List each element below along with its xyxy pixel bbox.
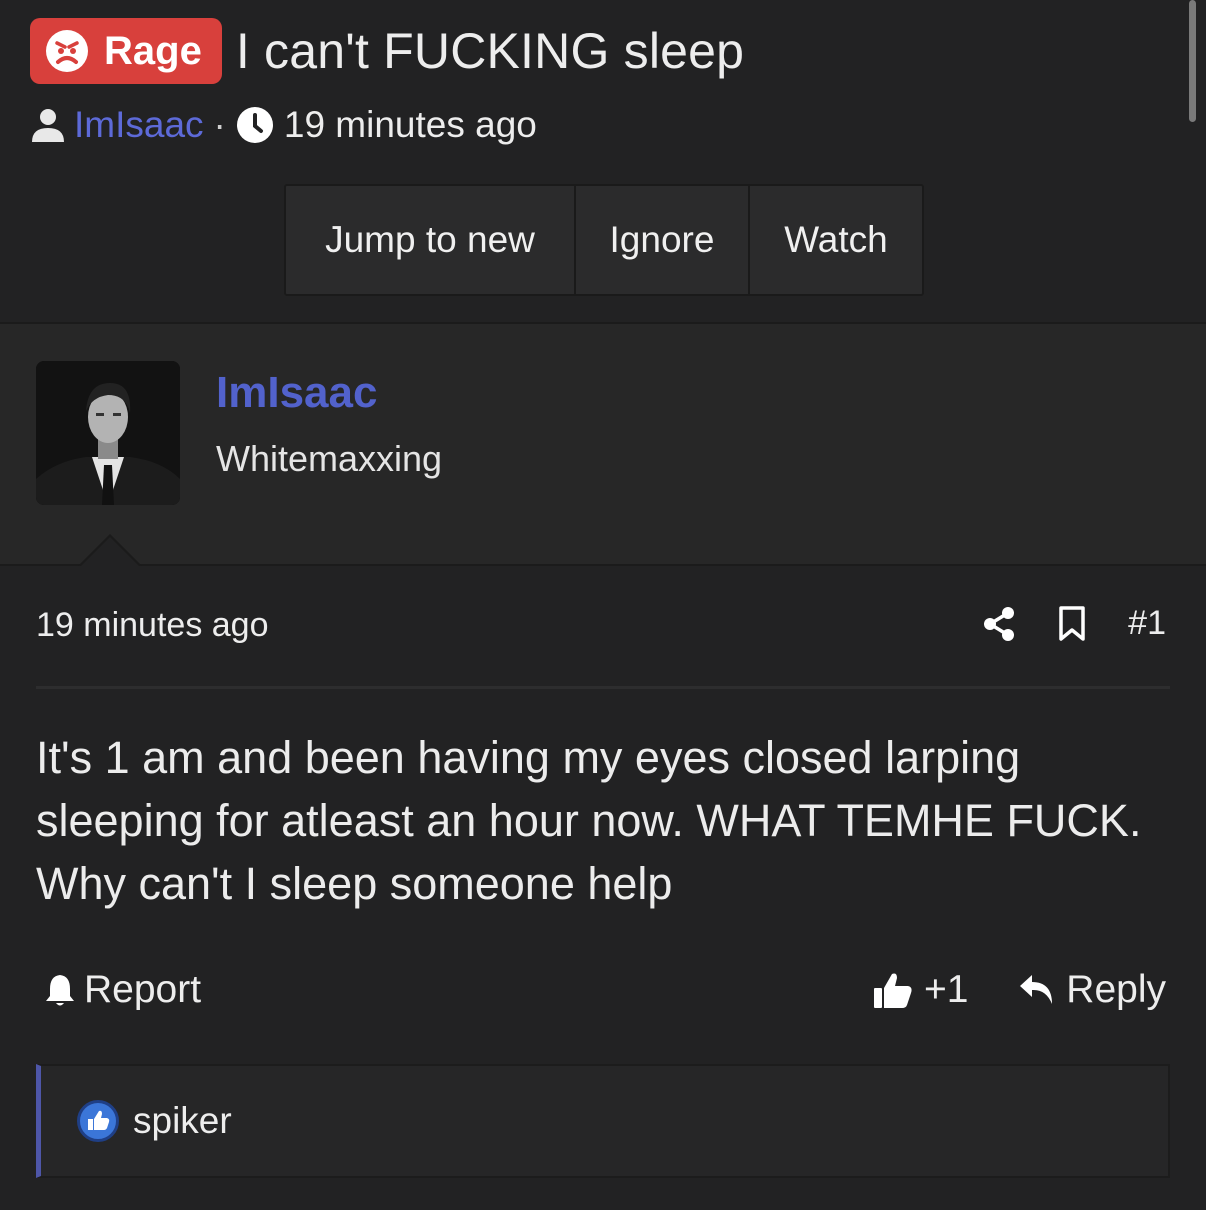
reactor-name[interactable]: spiker — [133, 1100, 232, 1142]
jump-to-new-button[interactable]: Jump to new — [286, 186, 576, 294]
post-body: It's 1 am and been having my eyes closed… — [36, 732, 1142, 909]
user-title: Whitemaxxing — [216, 438, 443, 479]
reaction-count: +1 — [924, 968, 969, 1011]
prefix-label: Rage — [104, 28, 202, 73]
post-date[interactable]: 19 minutes ago — [36, 606, 269, 645]
like-button[interactable]: +1 — [872, 968, 968, 1012]
reply-label: Reply — [1066, 968, 1166, 1011]
report-label: Report — [84, 968, 202, 1011]
user-icon — [32, 109, 64, 142]
bell-icon — [46, 975, 74, 1006]
thumbs-up-icon — [874, 973, 912, 1008]
like-icon — [77, 1100, 119, 1142]
bookmark-icon[interactable] — [1058, 605, 1086, 642]
reactions-bar[interactable]: spiker — [36, 1064, 1170, 1178]
thread-title-row: Rage I can't FUCKING sleep — [30, 18, 744, 84]
meta-separator: · — [213, 104, 226, 145]
rage-prefix-badge[interactable]: Rage — [30, 18, 222, 84]
reply-icon — [1020, 975, 1053, 1004]
divider — [0, 564, 1206, 566]
report-button[interactable]: Report — [44, 968, 201, 1012]
clock-icon — [236, 107, 273, 143]
thread-time: 19 minutes ago — [283, 104, 537, 145]
ignore-button[interactable]: Ignore — [576, 186, 750, 294]
divider — [36, 686, 1170, 689]
speech-arrow — [78, 534, 142, 567]
reply-button[interactable]: Reply — [1018, 968, 1166, 1012]
thread-title: I can't FUCKING sleep — [235, 23, 745, 79]
scrollbar[interactable] — [1189, 0, 1196, 122]
watch-button[interactable]: Watch — [750, 186, 922, 294]
post-author-name[interactable]: ImIsaac — [216, 368, 377, 418]
post-number-link[interactable]: #1 — [1128, 604, 1166, 643]
thread-actions: Jump to new Ignore Watch — [284, 184, 924, 296]
thread-meta: ImIsaac · 19 minutes ago — [30, 104, 537, 146]
post-user-block: ImIsaac Whitemaxxing — [0, 324, 1206, 564]
share-icon[interactable] — [982, 606, 1016, 642]
post-header-actions: #1 — [940, 604, 1166, 643]
avatar[interactable] — [36, 361, 180, 505]
angry-face-icon — [46, 30, 88, 72]
thread-author-link[interactable]: ImIsaac — [74, 104, 204, 146]
